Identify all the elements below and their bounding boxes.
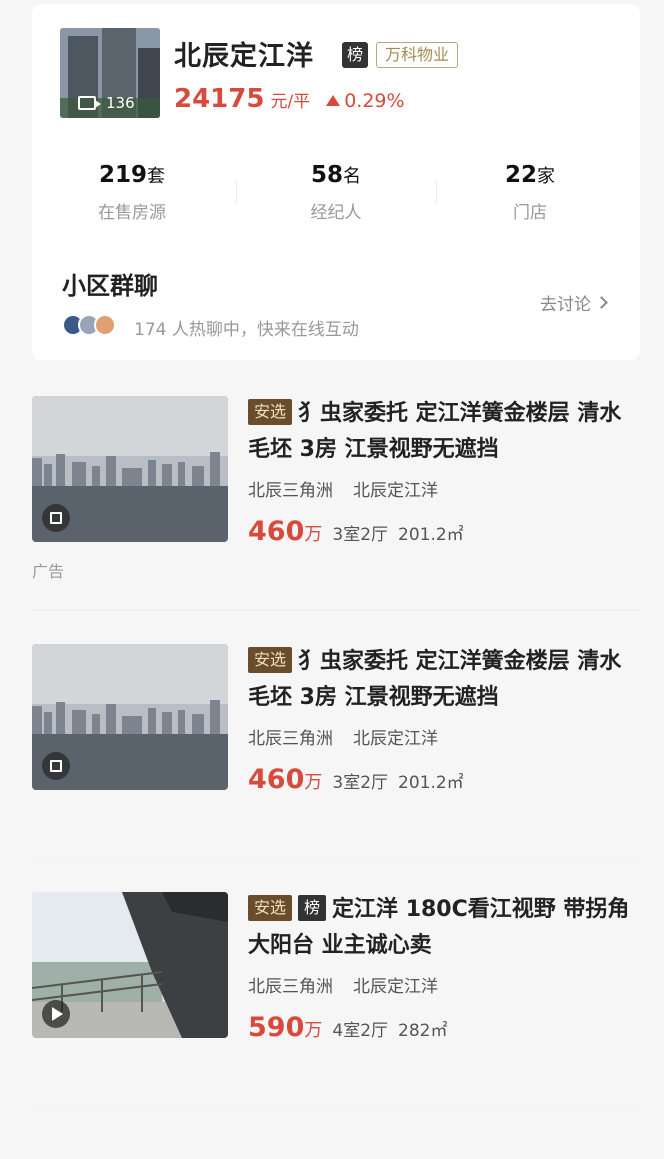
price-unit: 万 [304,1020,323,1041]
stat-value: 22 [504,162,537,188]
play-icon[interactable] [42,1000,70,1028]
price-unit: 元/平 [270,92,311,112]
stat-value: 219 [98,162,147,188]
anxuan-tag: 安选 [248,895,293,921]
listing-price: 590 [248,1012,305,1043]
listing-photo[interactable] [32,644,228,790]
community-price: 24175 元/平 0.29% [174,84,405,114]
divider [436,180,437,204]
area-name: 北辰三角洲 [248,481,333,501]
group-chat-title: 小区群聊 [62,272,158,300]
listing-layout: 4室2厅 [332,1021,389,1041]
listing-size: 201.2㎡ [398,525,464,545]
divider [32,1108,640,1109]
anxuan-tag: 安选 [248,647,293,673]
anxuan-tag: 安选 [248,399,293,425]
price-value: 24175 [174,84,265,114]
divider [32,610,640,611]
listing-title-text: 犭虫家委托 定江洋簧金楼层 清水毛坯 3房 江景视野无遮挡 [248,401,622,462]
rank-badge[interactable]: 榜 [342,42,368,68]
video-count: 136 [78,94,135,112]
area-name: 北辰三角洲 [248,729,333,749]
discuss-link[interactable]: 去讨论 [540,290,608,315]
listing-size: 201.2㎡ [398,773,464,793]
video-icon [78,96,101,110]
listing-title: 安选 犭虫家委托 定江洋簧金楼层 清水毛坯 3房 江景视野无遮挡 [248,396,640,468]
listing-photo[interactable] [32,892,228,1038]
chevron-right-icon [595,296,608,309]
stat-listings[interactable]: 219套 在售房源 [62,162,202,223]
listing-layout: 3室2厅 [332,525,389,545]
stat-agents[interactable]: 58名 经纪人 [266,162,406,223]
area-name: 北辰三角洲 [248,977,333,997]
stat-label: 经纪人 [310,203,362,223]
listing-price: 460 [248,764,305,795]
discuss-link-text: 去讨论 [540,295,591,315]
price-change: 0.29% [326,90,405,112]
rank-tag: 榜 [298,895,327,921]
listing-size: 282㎡ [398,1021,448,1041]
gallery-icon [42,752,70,780]
community-name: 北辰定江洋 [174,41,314,72]
gallery-icon [42,504,70,532]
stat-unit: 家 [537,166,555,187]
listing-title: 安选榜定江洋 180C看江视野 带拐角大阳台 业主诚心卖 [248,892,640,964]
price-unit: 万 [304,524,323,545]
listing-title: 安选 犭虫家委托 定江洋簧金楼层 清水毛坯 3房 江景视野无遮挡 [248,644,640,716]
divider [236,180,237,204]
listing-layout: 3室2厅 [332,773,389,793]
community-thumbnail[interactable]: 136 [60,28,160,118]
divider [32,860,640,861]
stat-stores[interactable]: 22家 门店 [460,162,600,223]
listing-price: 460 [248,516,305,547]
listing-photo[interactable] [32,396,228,542]
stat-label: 在售房源 [98,203,166,223]
listing-price-row: 590万 4室2厅 282㎡ [248,1012,447,1043]
property-management-badge: 万科物业 [376,42,459,68]
listing-price-row: 460万 3室2厅 201.2㎡ [248,764,464,795]
stat-label: 门店 [513,203,547,223]
community-name: 北辰定江洋 [353,481,438,501]
video-count-text: 136 [106,94,135,112]
listing-location: 北辰三角洲 北辰定江洋 [248,972,438,997]
ad-label: 广告 [32,562,65,581]
chat-avatars [62,314,116,336]
listing-price-row: 460万 3室2厅 201.2㎡ [248,516,464,547]
community-name: 北辰定江洋 [353,977,438,997]
community-name: 北辰定江洋 [353,729,438,749]
price-unit: 万 [304,772,323,793]
listing-location: 北辰三角洲 北辰定江洋 [248,476,438,501]
community-card[interactable]: 136 北辰定江洋 榜 万科物业 24175 元/平 0.29% 219套 在售… [32,4,640,360]
arrow-up-icon [326,95,341,106]
avatar [94,314,116,336]
listing-location: 北辰三角洲 北辰定江洋 [248,724,438,749]
listing-title-text: 犭虫家委托 定江洋簧金楼层 清水毛坯 3房 江景视野无遮挡 [248,649,622,710]
price-change-text: 0.29% [344,90,405,112]
stat-unit: 套 [147,166,165,187]
chat-subtitle: 174 人热聊中，快来在线互动 [134,320,359,340]
stat-unit: 名 [343,166,361,187]
stat-value: 58 [310,162,343,188]
